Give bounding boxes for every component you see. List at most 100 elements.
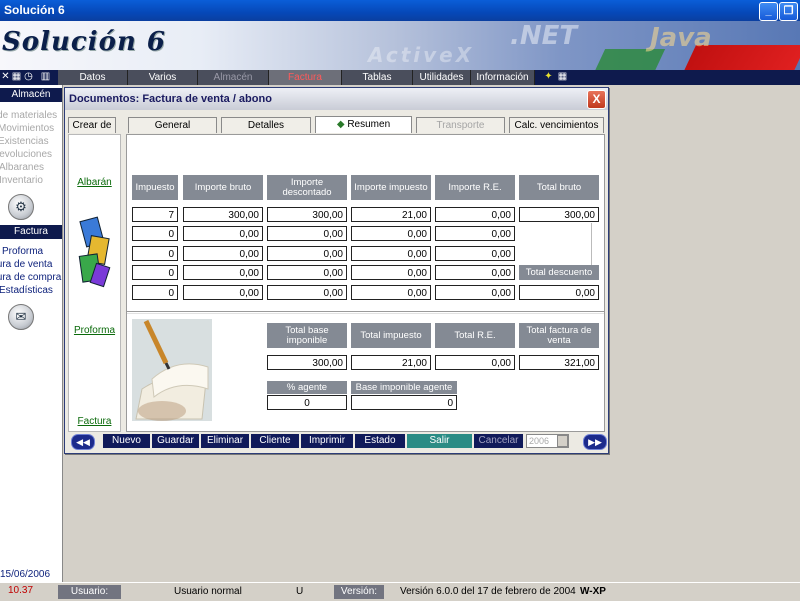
section-divider — [127, 311, 604, 312]
total-base-imponible-field[interactable]: 300,00 — [267, 355, 347, 370]
factura-icon[interactable]: ✉ — [8, 304, 34, 330]
summary-header-total-impuesto: Total impuesto — [351, 323, 431, 348]
eliminar-button[interactable]: Eliminar — [201, 434, 249, 448]
main-menubar: ✕ ▦ ◷ ▥ Datos Varios Almacén Factura Tab… — [0, 70, 800, 85]
table-cell-importe-bruto[interactable]: 300,00 — [183, 207, 263, 222]
tab-detalles[interactable]: Detalles — [221, 117, 311, 133]
imprimir-button[interactable]: Imprimir — [301, 434, 353, 448]
table-cell-importe-impuesto[interactable]: 0,00 — [351, 285, 431, 300]
total-descuento-field[interactable]: 0,00 — [519, 285, 599, 300]
maximize-button[interactable]: ❐ — [779, 2, 798, 21]
usuario-label: Usuario: — [58, 585, 121, 599]
dialog-title: Documentos: Factura de venta / abono — [69, 93, 272, 105]
menu-datos[interactable]: Datos — [58, 70, 128, 85]
menu-factura[interactable]: Factura — [269, 70, 342, 85]
left-item-factura-compra[interactable]: tura de compra — [0, 272, 61, 283]
left-item-inventario[interactable]: Inventario — [0, 175, 43, 186]
tab-arrow-icon: ◆ — [336, 119, 348, 130]
next-record-button[interactable]: ▶▶ — [583, 434, 607, 450]
book-icon[interactable]: ▥ — [40, 71, 51, 83]
table-cell-importe-impuesto[interactable]: 0,00 — [351, 226, 431, 241]
table-cell-importe-bruto[interactable]: 0,00 — [183, 285, 263, 300]
agente-field[interactable]: 0 — [267, 395, 347, 410]
menu-almacen[interactable]: Almacén — [198, 70, 269, 85]
total-bruto-field[interactable]: 300,00 — [519, 207, 599, 222]
almacen-icon[interactable]: ⚙ — [8, 194, 34, 220]
guardar-button[interactable]: Guardar — [152, 434, 199, 448]
table-cell-importe-impuesto[interactable]: 21,00 — [351, 207, 431, 222]
previous-record-button[interactable]: ◀◀ — [71, 434, 95, 450]
table-cell-importe-descontado[interactable]: 0,00 — [267, 226, 347, 241]
dialog-titlebar[interactable]: Documentos: Factura de venta / abono X — [65, 88, 608, 110]
window-titlebar[interactable]: Solución 6 _ ❐ — [0, 0, 800, 21]
salir-button[interactable]: Salir — [407, 434, 472, 448]
pen-paper-image — [132, 319, 212, 421]
left-panel: Almacén ta de materiales Movimientos Exi… — [0, 85, 63, 582]
factura-header[interactable]: Factura — [0, 225, 62, 239]
grid-icon[interactable]: ▦ — [557, 71, 568, 83]
table-cell-impuesto[interactable]: 0 — [132, 265, 178, 280]
total-impuesto-field[interactable]: 21,00 — [351, 355, 431, 370]
menu-utilidades[interactable]: Utilidades — [413, 70, 471, 85]
table-cell-importe-re[interactable]: 0,00 — [435, 226, 515, 241]
summary-header-total-re: Total R.E. — [435, 323, 515, 348]
table-cell-impuesto[interactable]: 0 — [132, 285, 178, 300]
app-logo: Solución 6 — [2, 27, 166, 57]
calculator-icon[interactable]: ▦ — [11, 71, 22, 83]
left-item-movimientos[interactable]: Movimientos — [0, 123, 54, 134]
tab-calc-vencimientos[interactable]: Calc. vencimientos — [509, 117, 604, 133]
tab-resumen-label: Resumen — [347, 119, 391, 130]
table-cell-impuesto[interactable]: 0 — [132, 226, 178, 241]
left-item-factura-venta[interactable]: tura de venta — [0, 259, 52, 270]
nav-link-albaran[interactable]: Albarán — [69, 177, 120, 188]
exit-icon[interactable]: ✕ — [0, 71, 11, 83]
tab-crear-de[interactable]: Crear de — [68, 117, 116, 133]
table-cell-importe-bruto[interactable]: 0,00 — [183, 226, 263, 241]
total-re-field[interactable]: 0,00 — [435, 355, 515, 370]
table-cell-importe-re[interactable]: 0,00 — [435, 207, 515, 222]
left-item-albaranes[interactable]: Albaranes — [0, 162, 44, 173]
cliente-button[interactable]: Cliente — [251, 434, 299, 448]
table-cell-importe-re[interactable]: 0,00 — [435, 246, 515, 261]
nuevo-button[interactable]: Nuevo — [103, 434, 150, 448]
cancelar-button[interactable]: Cancelar — [474, 434, 523, 448]
tab-general[interactable]: General — [128, 117, 217, 133]
table-cell-importe-re[interactable]: 0,00 — [435, 265, 515, 280]
wizard-icon[interactable]: ✦ — [543, 71, 554, 83]
left-item-proforma[interactable]: Proforma — [2, 246, 43, 257]
table-cell-importe-bruto[interactable]: 0,00 — [183, 246, 263, 261]
nav-link-proforma[interactable]: Proforma — [69, 325, 120, 336]
total-factura-field[interactable]: 321,00 — [519, 355, 599, 370]
table-cell-importe-descontado[interactable]: 0,00 — [267, 246, 347, 261]
base-agente-field[interactable]: 0 — [351, 395, 457, 410]
menu-tablas[interactable]: Tablas — [342, 70, 413, 85]
dialog-close-button[interactable]: X — [587, 90, 606, 109]
table-cell-importe-bruto[interactable]: 0,00 — [183, 265, 263, 280]
menu-informacion[interactable]: Información — [471, 70, 535, 85]
summary-header-total-factura: Total factura de venta — [519, 323, 599, 348]
table-cell-impuesto[interactable]: 0 — [132, 246, 178, 261]
minimize-button[interactable]: _ — [759, 2, 778, 21]
menu-varios[interactable]: Varios — [128, 70, 198, 85]
clock-icon[interactable]: ◷ — [23, 71, 34, 83]
table-cell-importe-descontado[interactable]: 0,00 — [267, 285, 347, 300]
table-cell-importe-re[interactable]: 0,00 — [435, 285, 515, 300]
tab-transporte[interactable]: Transporte — [416, 117, 505, 133]
nav-link-factura[interactable]: Factura — [69, 416, 120, 427]
table-cell-importe-descontado[interactable]: 300,00 — [267, 207, 347, 222]
tab-resumen[interactable]: ◆ Resumen — [315, 116, 412, 133]
table-cell-importe-descontado[interactable]: 0,00 — [267, 265, 347, 280]
table-cell-impuesto[interactable]: 7 — [132, 207, 178, 222]
estado-button[interactable]: Estado — [355, 434, 405, 448]
left-item-materiales[interactable]: ta de materiales — [0, 110, 57, 121]
table-cell-importe-impuesto[interactable]: 0,00 — [351, 265, 431, 280]
banner-watermark-net: .NET — [510, 21, 578, 51]
left-item-existencias[interactable]: Existencias — [0, 136, 49, 147]
left-item-estadisticas[interactable]: Estadísticas — [0, 285, 53, 296]
app-banner: ActiveX .NET Java Solución 6 — [0, 21, 800, 70]
left-item-devoluciones[interactable]: Devoluciones — [0, 149, 52, 160]
almacen-header[interactable]: Almacén — [0, 88, 62, 102]
table-cell-importe-impuesto[interactable]: 0,00 — [351, 246, 431, 261]
factura-dialog: Documentos: Factura de venta / abono X C… — [64, 87, 609, 454]
year-spinner[interactable] — [557, 435, 568, 447]
